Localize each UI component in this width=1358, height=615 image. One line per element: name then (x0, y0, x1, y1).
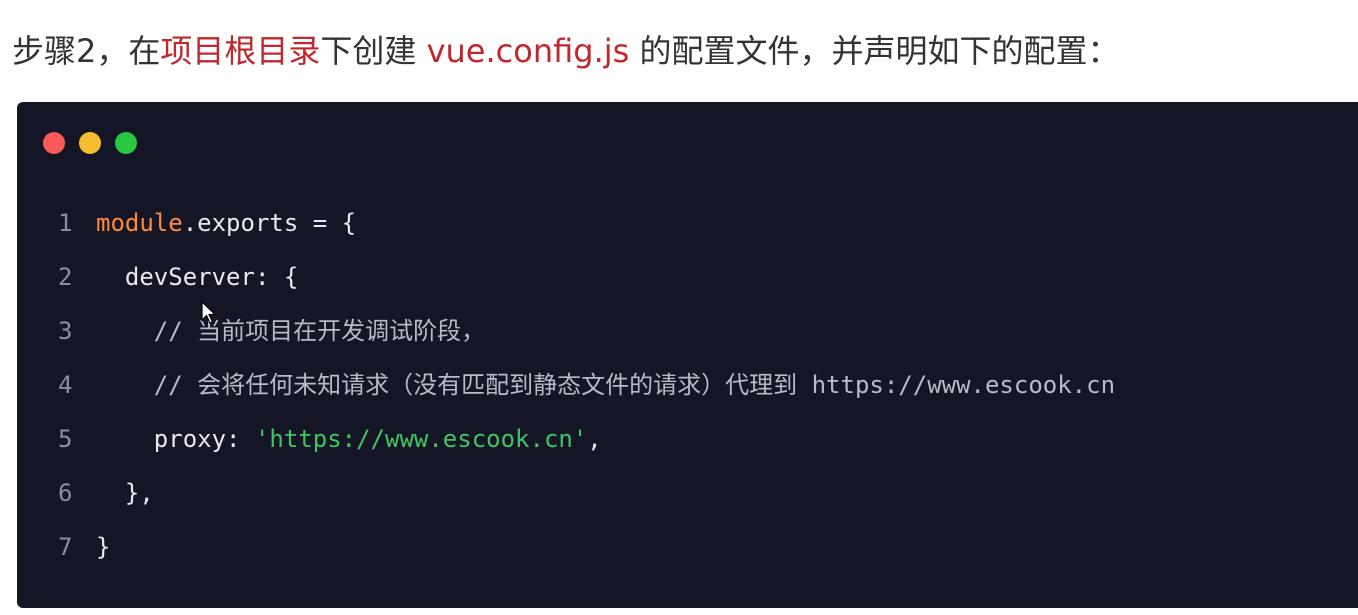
line-number: 6 (58, 479, 73, 507)
code-string: 'https://www.escook.cn' (254, 425, 588, 453)
yellow-dot-icon (79, 132, 101, 154)
mouse-cursor-icon (201, 301, 217, 324)
code-text: }, (124, 479, 154, 507)
code-text: .exports = { (182, 209, 357, 237)
code-line: 6 }, (58, 466, 1115, 520)
code-text: } (96, 533, 111, 561)
line-number: 3 (58, 317, 73, 345)
code-comment-url: https://www.escook.cn (811, 371, 1116, 399)
line-number: 2 (58, 263, 73, 291)
heading-text-2: 下创建 (320, 32, 427, 70)
code-line: 2 devServer: { (58, 250, 1115, 304)
line-number: 1 (58, 209, 73, 237)
line-number: 5 (58, 425, 73, 453)
code-line: 5 proxy: 'https://www.escook.cn', (58, 412, 1115, 466)
red-dot-icon (43, 132, 65, 154)
heading-text-3: 的配置文件，并声明如下的配置： (629, 32, 1120, 70)
line-number: 4 (58, 371, 73, 399)
code-line: 4 // 会将任何未知请求（没有匹配到静态文件的请求）代理到 https://w… (58, 358, 1115, 412)
step-heading: 步骤2，在项目根目录下创建 vue.config.js 的配置文件，并声明如下的… (12, 22, 1120, 80)
keyword-module: module (96, 209, 183, 237)
code-text: devServer: { (124, 263, 299, 291)
code-comment: // 会将任何未知请求（没有匹配到静态文件的请求）代理到 (153, 371, 812, 399)
code-punctuation: , (587, 425, 602, 453)
code-content: 1 module .exports = { 2 devServer: { 3 // … (58, 196, 1115, 574)
heading-highlight-filename: vue.config.js (426, 32, 630, 70)
green-dot-icon (115, 132, 137, 154)
heading-text-1: 步骤2，在 (12, 32, 161, 70)
heading-highlight-root-dir: 项目根目录 (160, 32, 321, 70)
window-controls (43, 132, 137, 154)
line-number: 7 (58, 533, 73, 561)
code-line: 7} (58, 520, 1115, 574)
code-line: 1 module .exports = { (58, 196, 1115, 250)
code-key: proxy: (153, 425, 255, 453)
